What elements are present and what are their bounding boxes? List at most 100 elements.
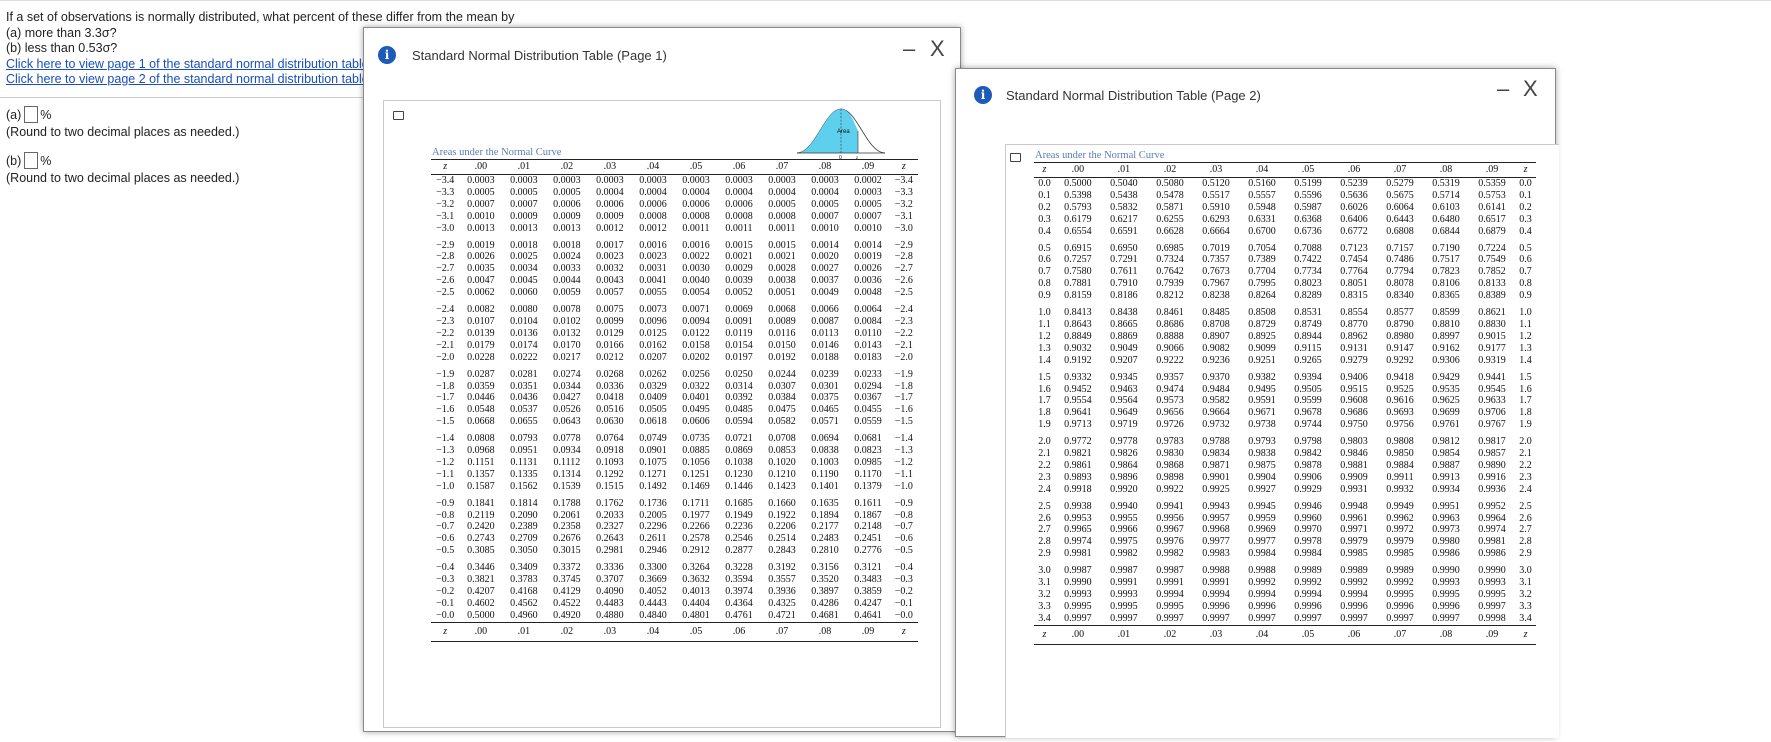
probability-cell: 0.9884 <box>1386 459 1414 471</box>
z-value-cell: 0.4 <box>1519 225 1532 237</box>
probability-cell: 0.0222 <box>510 351 538 363</box>
probability-cell: 0.8749 <box>1294 318 1322 330</box>
probability-cell: 0.9918 <box>1064 483 1092 495</box>
z-value-cell: −3.0 <box>894 222 913 234</box>
z-value-cell: −2.5 <box>894 287 913 299</box>
copy-icon[interactable] <box>1010 153 1021 162</box>
probability-cell: 0.0011 <box>768 222 796 234</box>
column-footer: .05 <box>1284 624 1331 645</box>
probability-cell: 0.4761 <box>725 609 753 621</box>
z-value-cell: −2.1 <box>894 339 913 351</box>
probability-cell: 0.5398 <box>1064 189 1092 201</box>
answer-a-input[interactable] <box>24 106 39 123</box>
z-value-cell: 2.2 <box>1519 459 1532 471</box>
probability-cell: 0.0010 <box>811 222 839 234</box>
table-row: 2.9 0.9981 0.9982 0.9982 0.9983 0.9984 0.9984 0… <box>1034 548 1536 560</box>
minimize-button[interactable]: – <box>1497 78 1509 100</box>
z-value-cell: 1.8 <box>1519 407 1532 419</box>
probability-cell: 0.0268 <box>596 368 624 380</box>
probability-cell: 0.8289 <box>1294 290 1322 302</box>
answer-b-input[interactable] <box>24 152 39 169</box>
probability-cell: 0.9987 <box>1064 565 1092 577</box>
probability-cell: 0.9966 <box>1110 524 1138 536</box>
normal-table-negative: z .00.01.02.03.04.05.06.07.08.09 z −3.4 0.0… <box>431 159 918 642</box>
column-footer: .04 <box>1238 624 1285 645</box>
probability-cell: 0.9846 <box>1340 448 1368 460</box>
probability-cell: 0.0301 <box>811 380 839 392</box>
z-value-cell: −0.8 <box>436 509 455 521</box>
probability-cell: 0.9920 <box>1110 483 1138 495</box>
probability-cell: 0.0548 <box>467 404 495 416</box>
probability-cell: 0.7123 <box>1340 242 1368 254</box>
probability-cell: 0.8413 <box>1064 307 1092 319</box>
probability-cell: 0.2981 <box>596 545 624 557</box>
probability-cell: 0.9997 <box>1432 612 1460 624</box>
probability-cell: 0.0951 <box>510 445 538 457</box>
probability-cell: 0.0262 <box>639 368 667 380</box>
probability-cell: 0.0003 <box>768 175 796 186</box>
probability-cell: 0.9474 <box>1156 383 1184 395</box>
z-value-cell: −0.1 <box>894 597 913 609</box>
probability-cell: 0.9972 <box>1386 524 1414 536</box>
z-value-cell: 3.4 <box>1038 612 1051 624</box>
close-button[interactable]: X <box>930 38 945 60</box>
normal-table-positive: z .00.01.02.03.04.05.06.07.08.09 z 0.0 0.50… <box>1034 162 1536 645</box>
probability-cell: 0.0023 <box>596 251 624 263</box>
probability-cell: 0.7764 <box>1340 266 1368 278</box>
probability-cell: 0.9980 <box>1432 536 1460 548</box>
probability-cell: 0.3121 <box>854 562 882 574</box>
column-header: z <box>1515 162 1536 178</box>
minimize-button[interactable]: – <box>903 38 915 60</box>
probability-cell: 0.9678 <box>1294 407 1322 419</box>
probability-cell: 0.0250 <box>725 368 753 380</box>
probability-cell: 0.5040 <box>1110 178 1138 189</box>
z-value-cell: 0.1 <box>1038 189 1051 201</box>
probability-cell: 0.4286 <box>811 597 839 609</box>
z-value-cell: 0.6 <box>1038 254 1051 266</box>
copy-icon[interactable] <box>393 111 404 120</box>
probability-cell: 0.9997 <box>1110 612 1138 624</box>
probability-cell: 0.2177 <box>811 521 839 533</box>
probability-cell: 0.9838 <box>1248 448 1276 460</box>
probability-cell: 0.7939 <box>1156 278 1184 290</box>
table-row: −1.8 0.0359 0.0351 0.0344 0.0336 0.0329 0.0322… <box>431 381 918 393</box>
probability-cell: 0.9938 <box>1064 500 1092 512</box>
probability-cell: 0.9993 <box>1432 577 1460 589</box>
table-row: 0.4 0.6554 0.6591 0.6628 0.6664 0.6700 0.6736 0… <box>1034 226 1536 238</box>
column-header: z <box>889 159 918 175</box>
probability-cell: 0.3859 <box>854 586 882 597</box>
table-row: −2.4 0.0082 0.0080 0.0078 0.0075 0.0073 0.0071… <box>431 299 918 316</box>
probability-cell: 0.9991 <box>1110 577 1138 589</box>
probability-cell: 0.0122 <box>682 327 710 339</box>
close-button[interactable]: X <box>1523 78 1538 100</box>
probability-cell: 0.0207 <box>639 351 667 363</box>
probability-cell: 0.6103 <box>1432 201 1460 213</box>
probability-cell: 0.2358 <box>553 521 581 533</box>
probability-cell: 0.9082 <box>1202 342 1230 354</box>
probability-cell: 0.9982 <box>1110 548 1138 560</box>
probability-cell: 0.5987 <box>1294 201 1322 213</box>
probability-cell: 0.4920 <box>553 609 581 621</box>
z-value-cell: 1.0 <box>1038 307 1051 319</box>
probability-cell: 0.0027 <box>811 263 839 275</box>
z-value-cell: 2.7 <box>1038 524 1051 536</box>
probability-cell: 0.9982 <box>1156 548 1184 560</box>
probability-cell: 0.1093 <box>596 456 624 468</box>
probability-cell: 0.6772 <box>1340 225 1368 237</box>
table-row: 2.5 0.9938 0.9940 0.9941 0.9943 0.9945 0.9946 0… <box>1034 496 1536 513</box>
z-value-cell: −1.0 <box>436 480 455 492</box>
table-row: 1.7 0.9554 0.9564 0.9573 0.9582 0.9591 0.9599 0… <box>1034 395 1536 407</box>
probability-cell: 0.9995 <box>1432 589 1460 600</box>
probability-cell: 0.7881 <box>1064 278 1092 290</box>
table-row: −2.9 0.0019 0.0018 0.0018 0.0017 0.0016 0.0016… <box>431 235 918 252</box>
table-row: 2.6 0.9953 0.9955 0.9956 0.9957 0.9959 0.9960 0… <box>1034 513 1536 525</box>
normal-curve-icon: Area 0 z <box>796 108 886 159</box>
probability-cell: 0.5753 <box>1478 189 1506 201</box>
probability-cell: 0.9956 <box>1156 512 1184 524</box>
divider <box>0 97 380 98</box>
probability-cell: 0.0099 <box>596 315 624 327</box>
z-value-cell: 1.5 <box>1519 371 1532 383</box>
z-value-cell: 2.5 <box>1038 500 1051 512</box>
probability-cell: 0.9932 <box>1386 483 1414 495</box>
probability-cell: 0.3707 <box>596 574 624 586</box>
